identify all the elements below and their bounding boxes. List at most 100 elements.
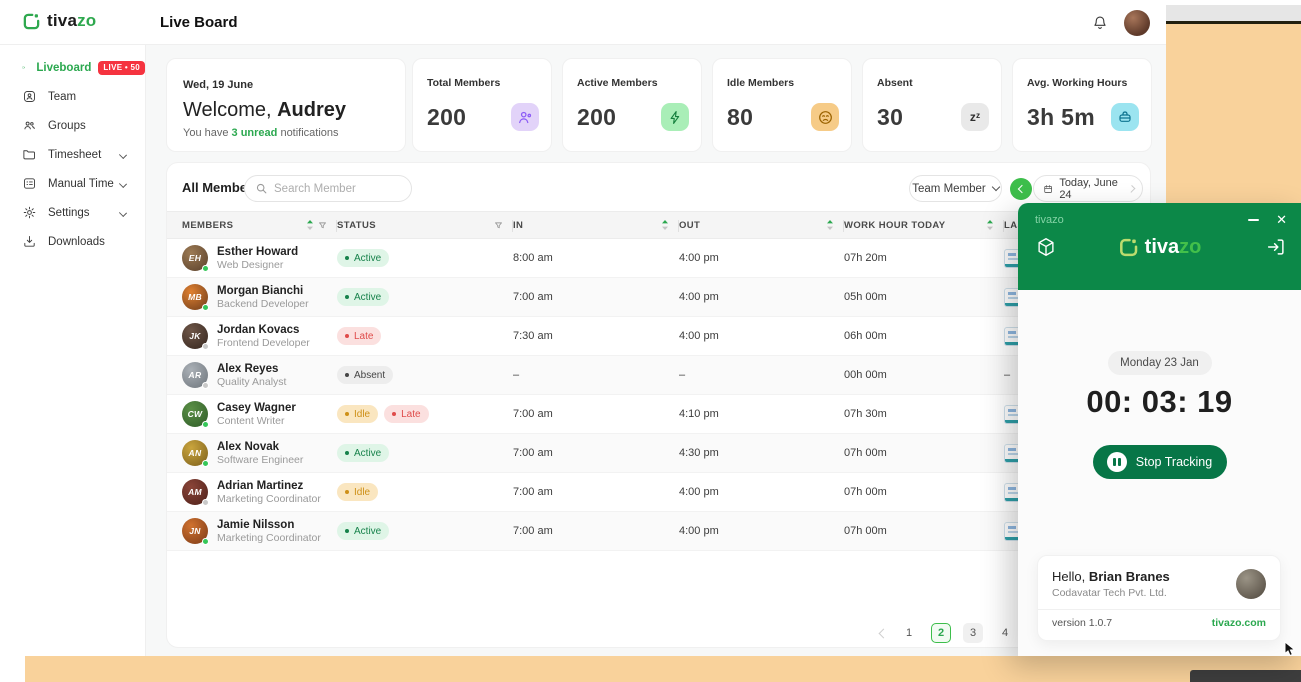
sidebar-item-timesheet[interactable]: Timesheet [0, 140, 145, 169]
widget-header: tivazo ✕ tivazo [1018, 203, 1301, 290]
stat-value: 30 [877, 104, 903, 131]
tracking-date-pill: Monday 23 Jan [1108, 351, 1212, 375]
status-badge: Idle [337, 405, 378, 423]
online-dot [202, 265, 209, 272]
sort-icon[interactable] [661, 220, 669, 230]
member-name: Morgan Bianchi [217, 285, 309, 297]
filter-icon[interactable] [318, 221, 327, 230]
table-row[interactable]: AN Alex NovakSoftware Engineer Active 7:… [167, 434, 1150, 473]
table-row[interactable]: AR Alex ReyesQuality Analyst Absent – – … [167, 356, 1150, 395]
status-badge: Active [337, 249, 389, 267]
sidebar-item-manual-time[interactable]: Manual Time [0, 169, 145, 198]
chevron-left-icon [1018, 185, 1026, 193]
team-icon [22, 89, 37, 104]
work-hours: 07h 20m [844, 252, 1004, 264]
offline-dot [202, 499, 209, 506]
out-time: 4:30 pm [679, 447, 844, 459]
online-dot [202, 421, 209, 428]
close-icon[interactable]: ✕ [1276, 213, 1287, 226]
table-row[interactable]: AM Adrian MartinezMarketing Coordinator … [167, 473, 1150, 512]
search-box[interactable] [244, 175, 412, 202]
column-header-members: MEMBERS [182, 212, 337, 238]
member-role: Marketing Coordinator [217, 532, 321, 544]
column-header-work-hour: WORK HOUR TODAY [844, 212, 1004, 238]
sort-icon[interactable] [986, 220, 994, 230]
date-picker[interactable]: Today, June 24 [1033, 175, 1143, 202]
stop-tracking-button[interactable]: Stop Tracking [1093, 445, 1227, 479]
chevron-down-icon [119, 180, 127, 188]
notification-bell-icon[interactable] [1091, 14, 1109, 32]
idle-face-icon [811, 103, 839, 131]
groups-icon [22, 118, 37, 133]
page-button[interactable]: 3 [963, 623, 983, 643]
member-role: Web Designer [217, 259, 298, 271]
stat-card-avg-working-hours: Avg. Working Hours 3h 5m [1012, 58, 1152, 152]
stat-value: 80 [727, 104, 753, 131]
sidebar-item-downloads[interactable]: Downloads [0, 227, 145, 256]
table-row[interactable]: EH Esther HowardWeb Designer Active 8:00… [167, 239, 1150, 278]
work-hours-icon [1111, 103, 1139, 131]
table-row[interactable]: JK Jordan KovacsFrontend Developer Late … [167, 317, 1150, 356]
table-header: MEMBERS STATUS IN [167, 211, 1150, 239]
previous-day-button[interactable] [1010, 178, 1032, 200]
sort-icon[interactable] [826, 220, 834, 230]
mouse-cursor [1284, 641, 1298, 657]
desktop-background-bottom [25, 656, 1301, 682]
logout-icon[interactable] [1265, 236, 1287, 258]
sidebar-item-groups[interactable]: Groups [0, 111, 145, 140]
gear-icon [22, 205, 37, 220]
brand-logo[interactable]: tivazo [22, 11, 96, 31]
user-avatar[interactable] [1124, 10, 1150, 36]
stat-card-idle-members: Idle Members 80 [712, 58, 852, 152]
work-hours: 07h 30m [844, 408, 1004, 420]
filter-icon[interactable] [494, 221, 503, 230]
offline-dot [202, 343, 209, 350]
team-member-filter[interactable]: Team Member [909, 175, 1002, 202]
date-label: Today, June 24 [1059, 177, 1122, 201]
out-time: 4:10 pm [679, 408, 844, 420]
widget-brand-logo: tivazo [1118, 236, 1202, 259]
status-badge: Absent [337, 366, 393, 384]
page-button[interactable]: 1 [899, 623, 919, 643]
in-time: 7:00 am [513, 525, 679, 537]
minimize-icon[interactable] [1248, 219, 1259, 221]
in-time: 7:00 am [513, 408, 679, 420]
sidebar-item-settings[interactable]: Settings [0, 198, 145, 227]
package-cube-icon[interactable] [1035, 236, 1057, 258]
online-dot [202, 460, 209, 467]
pause-icon [1107, 452, 1127, 472]
member-role: Backend Developer [217, 298, 309, 310]
sort-icon[interactable] [306, 220, 314, 230]
table-row[interactable]: CW Casey WagnerContent Writer IdleLate 7… [167, 395, 1150, 434]
pagination-prev-icon[interactable] [879, 628, 889, 638]
page-title: Live Board [160, 14, 238, 31]
topbar: tivazo Live Board [0, 0, 1166, 45]
stat-value: 3h 5m [1027, 104, 1095, 131]
table-row[interactable]: JN Jamie NilssonMarketing Coordinator Ac… [167, 512, 1150, 551]
background-window-titlebar [1166, 5, 1301, 24]
hello-greeting: Hello, Brian Branes [1052, 569, 1170, 584]
company-name: Codavatar Tech Pvt. Ltd. [1052, 587, 1170, 599]
welcome-date: Wed, 19 June [183, 79, 405, 91]
sidebar-item-team[interactable]: Team [0, 82, 145, 111]
download-icon [22, 234, 37, 249]
member-avatar: EH [182, 245, 208, 271]
stat-value: 200 [427, 104, 466, 131]
work-hours: 05h 00m [844, 291, 1004, 303]
status-badge: Idle [337, 483, 378, 501]
in-time: 7:30 am [513, 330, 679, 342]
work-hours: 00h 00m [844, 369, 1004, 381]
member-avatar: MB [182, 284, 208, 310]
status-badge: Late [337, 327, 381, 345]
member-name: Casey Wagner [217, 402, 296, 414]
search-icon [255, 182, 268, 195]
website-link[interactable]: tivazo.com [1212, 617, 1266, 629]
page-button[interactable]: 4 [995, 623, 1015, 643]
liveboard-icon [22, 60, 25, 75]
page-button-current[interactable]: 2 [931, 623, 951, 643]
table-row[interactable]: MB Morgan BianchiBackend Developer Activ… [167, 278, 1150, 317]
live-count-badge: LIVE • 50 [98, 61, 145, 75]
sidebar-item-liveboard[interactable]: Liveboard LIVE • 50 [0, 53, 145, 82]
chevron-right-icon[interactable] [1127, 185, 1135, 193]
search-input[interactable] [274, 183, 394, 195]
